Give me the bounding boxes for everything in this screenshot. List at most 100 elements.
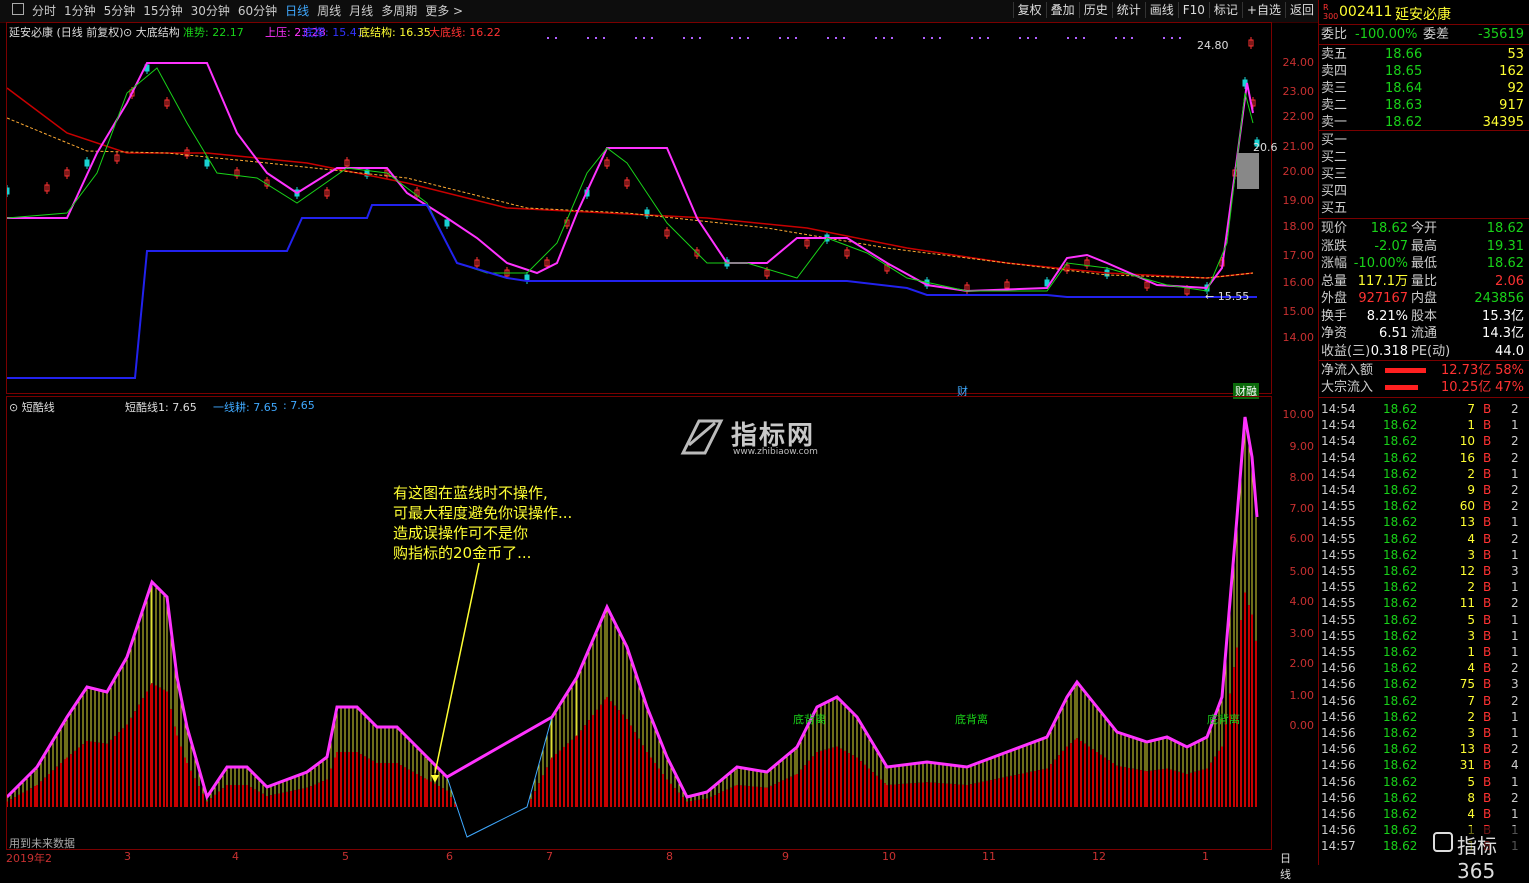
overlay-button[interactable]: 叠加 (1045, 2, 1079, 18)
stat-label: 外盘 (1321, 291, 1348, 306)
tick-time: 14:54 (1321, 483, 1356, 497)
window-toggle-icon[interactable] (8, 3, 28, 19)
signal-dot (635, 37, 637, 39)
tick-side: B (1483, 434, 1492, 449)
tick-time: 14:54 (1321, 418, 1356, 433)
tab-multi-period[interactable]: 多周期 (377, 3, 421, 19)
stat-label: 最高 (1411, 238, 1438, 254)
draw-line-button[interactable]: 画线 (1144, 2, 1178, 18)
price-tick: 18.00 (1282, 220, 1315, 233)
tick-row[interactable]: 14:56 18.62 8 B 2 (1321, 790, 1526, 806)
tick-row[interactable]: 14:55 18.62 11 B 2 (1321, 595, 1526, 611)
tick-row[interactable]: 14:54 18.62 1 B 1 (1321, 417, 1526, 433)
tick-row[interactable]: 14:56 18.62 13 B 2 (1321, 741, 1526, 757)
tick-price: 18.62 (1383, 612, 1418, 627)
ask-row: 卖五 18.66 53 (1321, 46, 1526, 63)
signal-dot (1163, 37, 1165, 39)
tick-row[interactable]: 14:54 18.62 16 B 2 (1321, 450, 1526, 466)
price-axis: 24.00 23.00 22.00 21.00 20.00 19.00 18.0… (1272, 22, 1318, 394)
ask-volume: 34395 (1482, 115, 1524, 130)
bid-label: 买五 (1321, 201, 1348, 216)
price-tick: 22.00 (1282, 110, 1315, 123)
tab-60min[interactable]: 60分钟 (234, 3, 281, 19)
tick-price: 18.62 (1383, 418, 1418, 433)
tick-volume: 3 (1467, 547, 1475, 562)
tick-row[interactable]: 14:55 18.62 13 B 1 (1321, 514, 1526, 530)
tick-row[interactable]: 14:54 18.62 7 B 2 (1321, 401, 1526, 417)
tab-weekly[interactable]: 周线 (313, 3, 345, 19)
indicator-chart[interactable]: ⊙ 短酷线 短酷线1: 7.65 一线耕: 7.65 : 7.65 指标网 ww… (6, 396, 1272, 850)
tick-row[interactable]: 14:56 18.62 75 B 3 (1321, 676, 1526, 692)
tab-fenshi[interactable]: 分时 (28, 3, 60, 19)
stats-button[interactable]: 统计 (1111, 2, 1145, 18)
back-button[interactable]: 返回 (1284, 2, 1318, 18)
ask-volume: 92 (1507, 81, 1524, 96)
price-tick: 19.00 (1282, 194, 1315, 207)
tick-row[interactable]: 14:55 18.62 3 B 1 (1321, 547, 1526, 563)
ask-label: 卖五 (1321, 47, 1348, 62)
tick-side: B (1483, 596, 1492, 611)
tick-row[interactable]: 14:55 18.62 4 B 2 (1321, 531, 1526, 547)
tick-count: 2 (1511, 742, 1519, 757)
tick-row[interactable]: 14:56 18.62 5 B 1 (1321, 774, 1526, 790)
ask-row: 卖四 18.65 162 (1321, 63, 1526, 80)
tick-row[interactable]: 14:55 18.62 60 B 2 (1321, 498, 1526, 514)
tick-side: B (1483, 661, 1492, 676)
tab-30min[interactable]: 30分钟 (187, 3, 234, 19)
ask-row: 卖三 18.64 92 (1321, 80, 1526, 97)
tab-monthly[interactable]: 月线 (345, 3, 377, 19)
bid-row: 买二 (1321, 149, 1526, 166)
tick-row[interactable]: 14:55 18.62 3 B 1 (1321, 628, 1526, 644)
price-tick: 16.00 (1282, 276, 1315, 289)
tick-row[interactable]: 14:55 18.62 1 B 1 (1321, 644, 1526, 660)
tick-side: B (1483, 709, 1492, 724)
date-tick: 2019年2 (6, 852, 52, 865)
add-watchlist-button[interactable]: +自选 (1241, 2, 1285, 18)
stat-value: 19.31 (1486, 238, 1524, 254)
stat-label: 收益(三) (1321, 343, 1371, 359)
tick-row[interactable]: 14:55 18.62 12 B 3 (1321, 563, 1526, 579)
tab-more[interactable]: 更多 > (421, 3, 467, 19)
tick-count: 1 (1511, 612, 1519, 627)
stat-label: 流通 (1411, 326, 1438, 341)
tab-1min[interactable]: 1分钟 (60, 3, 100, 19)
fuquan-button[interactable]: 复权 (1012, 2, 1046, 18)
tick-row[interactable]: 14:56 18.62 2 B 1 (1321, 709, 1526, 725)
date-tick: 1 (1202, 850, 1209, 863)
tick-volume: 4 (1467, 531, 1475, 546)
signal-dot (699, 37, 701, 39)
tick-count: 1 (1511, 580, 1519, 595)
tick-side: B (1483, 774, 1492, 789)
tick-row[interactable]: 14:54 18.62 9 B 2 (1321, 482, 1526, 498)
tick-row[interactable]: 14:55 18.62 5 B 1 (1321, 612, 1526, 628)
indicator-tick: 5.00 (1289, 565, 1315, 578)
tick-row[interactable]: 14:56 18.62 31 B 4 (1321, 757, 1526, 773)
signal-dot (979, 37, 981, 39)
tab-5min[interactable]: 5分钟 (100, 3, 140, 19)
shangya-line (7, 62, 1254, 293)
mark-button[interactable]: 标记 (1208, 2, 1242, 18)
tick-row[interactable]: 14:56 18.62 4 B 1 (1321, 806, 1526, 822)
tab-15min[interactable]: 15分钟 (139, 3, 186, 19)
signal-dot (691, 37, 693, 39)
tab-daily[interactable]: 日线 (281, 3, 313, 19)
tick-row[interactable]: 14:54 18.62 10 B 2 (1321, 433, 1526, 449)
tick-row[interactable]: 14:54 18.62 2 B 1 (1321, 466, 1526, 482)
tick-row[interactable]: 14:55 18.62 2 B 1 (1321, 579, 1526, 595)
ask-row: 卖一 18.62 34395 (1321, 114, 1526, 131)
tick-count: 1 (1511, 466, 1519, 481)
flow-label: 大宗流入 (1321, 380, 1374, 395)
stat-value: 927167 (1358, 291, 1408, 306)
indicator-axis: 10.00 9.00 8.00 7.00 6.00 5.00 4.00 3.00… (1272, 396, 1318, 850)
tick-price: 18.62 (1383, 515, 1418, 530)
tick-price: 18.62 (1383, 434, 1418, 449)
tick-row[interactable]: 14:56 18.62 4 B 2 (1321, 660, 1526, 676)
tick-row[interactable]: 14:56 18.62 7 B 2 (1321, 693, 1526, 709)
f10-button[interactable]: F10 (1177, 2, 1209, 18)
tick-row[interactable]: 14:56 18.62 3 B 1 (1321, 725, 1526, 741)
history-button[interactable]: 历史 (1078, 2, 1112, 18)
signal-dot (739, 37, 741, 39)
signal-dot (1131, 37, 1133, 39)
price-chart[interactable]: 延安必康 (日线 前复权) ⊙ 大底结构 准势: 22.17 上压: 23.28… (6, 22, 1278, 399)
date-tick: 7 (546, 850, 553, 863)
